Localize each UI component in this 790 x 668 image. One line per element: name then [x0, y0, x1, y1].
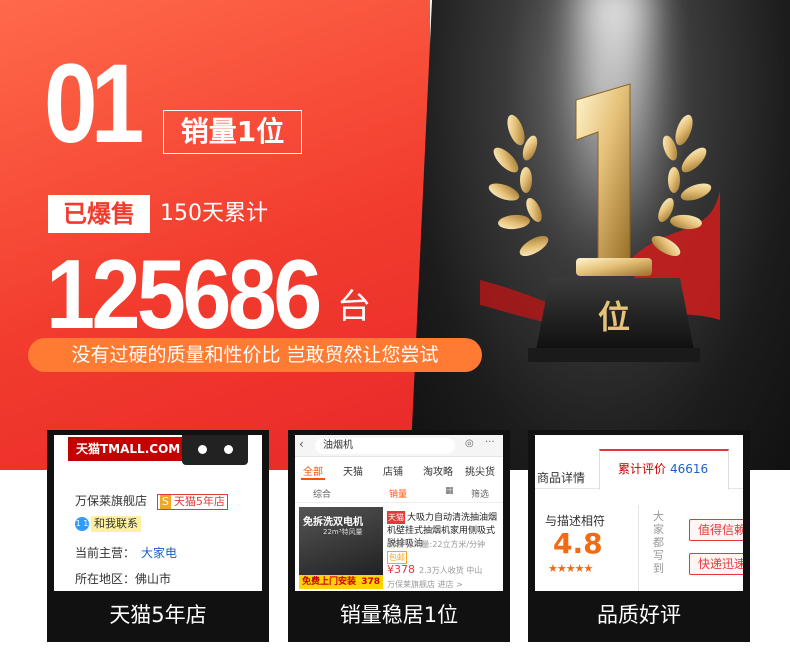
impression-label: 大家都写到 [653, 510, 664, 575]
more-icon[interactable]: ··· [485, 437, 495, 448]
chat-icon: 1 1 [75, 516, 89, 531]
sold-tag: 已爆售 [48, 195, 150, 233]
back-icon[interactable]: ‹ [299, 437, 304, 451]
store-badge-icon: S [159, 495, 171, 509]
tab-all[interactable]: 全部 [303, 463, 323, 478]
search-input[interactable]: 油烟机 [315, 438, 455, 454]
search-bar: ‹ 油烟机 ◎ ··· [295, 435, 503, 457]
product-image-price: 378 [361, 577, 380, 587]
filter-button[interactable]: 筛选 [471, 487, 489, 500]
sales-period: 150天累计 [160, 201, 268, 226]
product-image-banner: 免费上门安装 378 [299, 575, 383, 589]
card-reviews[interactable]: 商品详情 累计评价 46616 与描述相符 4.8 ★★★★★ 大家都写到 值得信… [528, 430, 750, 642]
product-price: ¥378 2.3万人收货 中山 [387, 563, 483, 576]
product-image-title: 免拆洗双电机 [303, 517, 363, 528]
store-name-row: 万保莱旗舰店 S 天猫5年店 [75, 493, 228, 510]
tab-reviews[interactable]: 累计评价 46616 [599, 449, 729, 490]
store-link[interactable]: 万保莱旗舰店 进店 > [387, 579, 463, 590]
card-caption: 天猫5年店 [109, 603, 207, 627]
reviews-screenshot: 商品详情 累计评价 46616 与描述相符 4.8 ★★★★★ 大家都写到 值得信… [535, 435, 743, 591]
tab-tmall[interactable]: 天猫 [343, 463, 363, 478]
card-caption: 品质好评 [597, 603, 681, 627]
sort-default[interactable]: 综合 [313, 487, 331, 500]
main-business-value[interactable]: 大家电 [141, 546, 177, 560]
search-tabs: 全部 天猫 店铺 淘攻略 挑尖货 [295, 459, 503, 481]
detail-tabs: 商品详情 累计评价 46616 [535, 449, 743, 490]
product-image[interactable]: 免拆洗双电机 22m³特风量 免费上门安装 378 [299, 507, 383, 589]
store-years-badge: S 天猫5年店 [156, 494, 228, 510]
star-rating-icon: ★★★★★ [548, 562, 593, 575]
tmall-tag: 天猫 [387, 511, 405, 524]
sales-count: 125686 [46, 239, 322, 349]
review-tag-chip[interactable]: 值得信赖 [689, 519, 743, 541]
card-caption: 销量稳居1位 [339, 603, 459, 627]
contact-button[interactable]: 和我联系 [91, 516, 141, 532]
tab-premium[interactable]: 挑尖货 [465, 463, 495, 478]
grid-view-icon[interactable]: ▦ [445, 486, 454, 496]
main-business-row: 当前主营： 大家电 [75, 546, 178, 560]
camera-icon[interactable]: ◎ [465, 438, 474, 449]
review-count: 46616 [670, 462, 709, 476]
tab-shop[interactable]: 店铺 [383, 463, 403, 478]
product-image-subtitle: 22m³特风量 [323, 528, 363, 536]
rating-score: 4.8 [553, 527, 603, 560]
review-tag-chip[interactable]: 快递迅速 [689, 553, 743, 575]
tab-guide[interactable]: 淘攻略 [423, 463, 453, 478]
store-info-screenshot: 天猫TMALL.COM 万保莱旗舰店 S 天猫5年店 1 1 和我联系 当前主营：大… [54, 435, 262, 591]
store-name: 万保莱旗舰店 [75, 494, 148, 508]
trophy-label: 位 [598, 298, 630, 336]
sales-unit: 台 [337, 287, 371, 327]
rank-number: 01 [44, 41, 144, 166]
trophy-icon: 位 [480, 83, 720, 362]
product-meta: 侧吸 排风量:22立方米/分钟 [387, 540, 486, 549]
search-result-screenshot: ‹ 油烟机 ◎ ··· 全部 天猫 店铺 淘攻略 挑尖货 综合 销量 ▦ 筛选 … [295, 435, 503, 591]
location-row: 所在地区：佛山市 [75, 572, 172, 586]
sales-meta: 2.3万人收货 中山 [419, 566, 483, 575]
tmall-cat-icon [182, 435, 248, 465]
card-tmall-store[interactable]: 天猫TMALL.COM 万保莱旗舰店 S 天猫5年店 1 1 和我联系 当前主营：大… [47, 430, 269, 642]
slogan: 没有过硬的质量和性价比 岂敢贸然让您尝试 [28, 338, 482, 372]
sort-bar: 综合 销量 ▦ 筛选 [295, 483, 503, 503]
rank-label: 销量1位 [163, 110, 302, 154]
hero-banner: 01 销量1位 已爆售 150天累计 125686 台 没有过硬的质量和性价比 … [0, 0, 790, 470]
contact-row: 1 1 和我联系 [75, 515, 141, 532]
location-value: 佛山市 [135, 572, 172, 586]
tab-product-details[interactable]: 商品详情 [537, 469, 585, 486]
sort-sales[interactable]: 销量 [389, 487, 407, 500]
card-sales-rank[interactable]: ‹ 油烟机 ◎ ··· 全部 天猫 店铺 淘攻略 挑尖货 综合 销量 ▦ 筛选 … [288, 430, 510, 642]
